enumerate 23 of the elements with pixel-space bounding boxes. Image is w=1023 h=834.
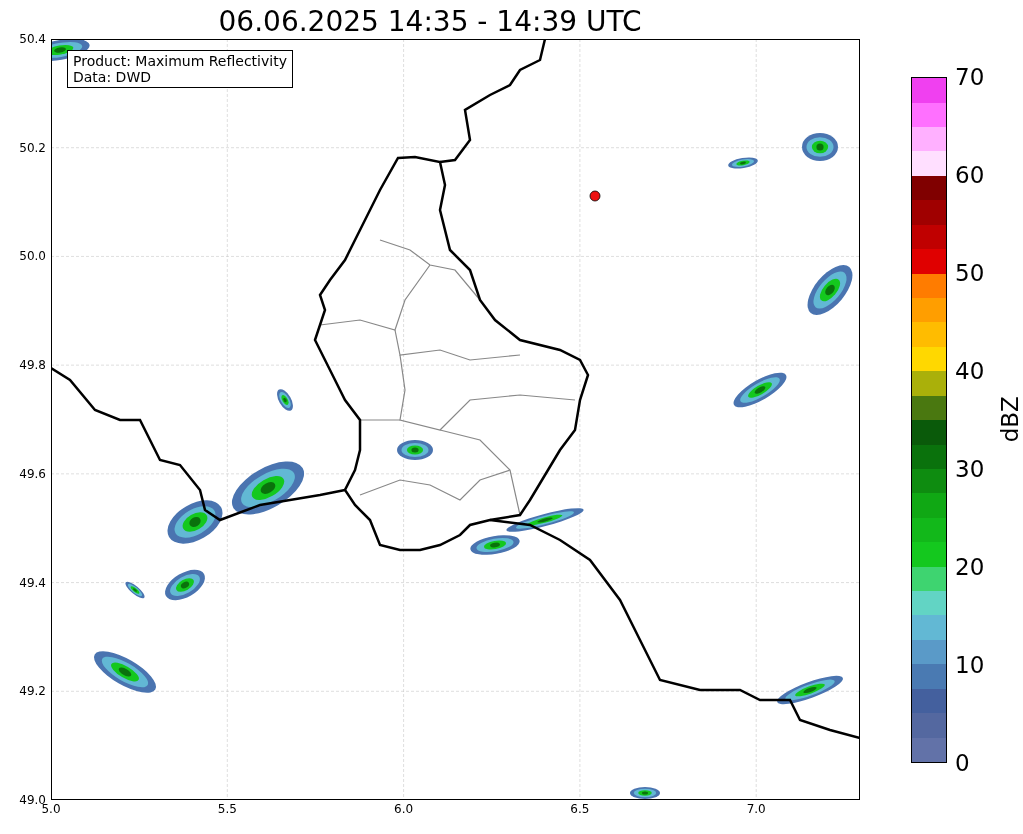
y-axis-label: 50.2 xyxy=(19,140,46,155)
color-scale-label: 30 xyxy=(955,456,985,482)
x-axis-label: 6.0 xyxy=(393,802,415,816)
color-scale-label: 0 xyxy=(955,750,970,776)
x-axis-label: 5.5 xyxy=(216,802,238,816)
color-scale-label: 60 xyxy=(955,162,985,188)
y-axis-label: 49.2 xyxy=(19,684,46,699)
color-scale-label: 40 xyxy=(955,358,985,384)
y-axis-label: 49.4 xyxy=(19,575,46,590)
x-axis-label: 6.5 xyxy=(569,802,591,816)
x-axis-label: 7.0 xyxy=(745,802,767,816)
info-text: Data: DWD xyxy=(73,69,152,85)
chart-title: 06.06.2025 14:35 - 14:39 UTC xyxy=(218,5,642,39)
info-text: Product: Maximum Reflectivity xyxy=(73,53,287,69)
y-axis-label: 49.6 xyxy=(19,466,46,481)
color-scale-label: 10 xyxy=(955,652,985,678)
color-scale-label: 50 xyxy=(955,260,985,286)
y-axis-label: 50.4 xyxy=(19,32,46,46)
color-scale-label: 70 xyxy=(955,64,985,90)
y-axis-label: 50.0 xyxy=(19,249,46,264)
color-scale-title: dBZ xyxy=(997,395,1023,445)
y-axis-label: 49.8 xyxy=(19,358,46,373)
color-scale-label: 20 xyxy=(955,554,985,580)
